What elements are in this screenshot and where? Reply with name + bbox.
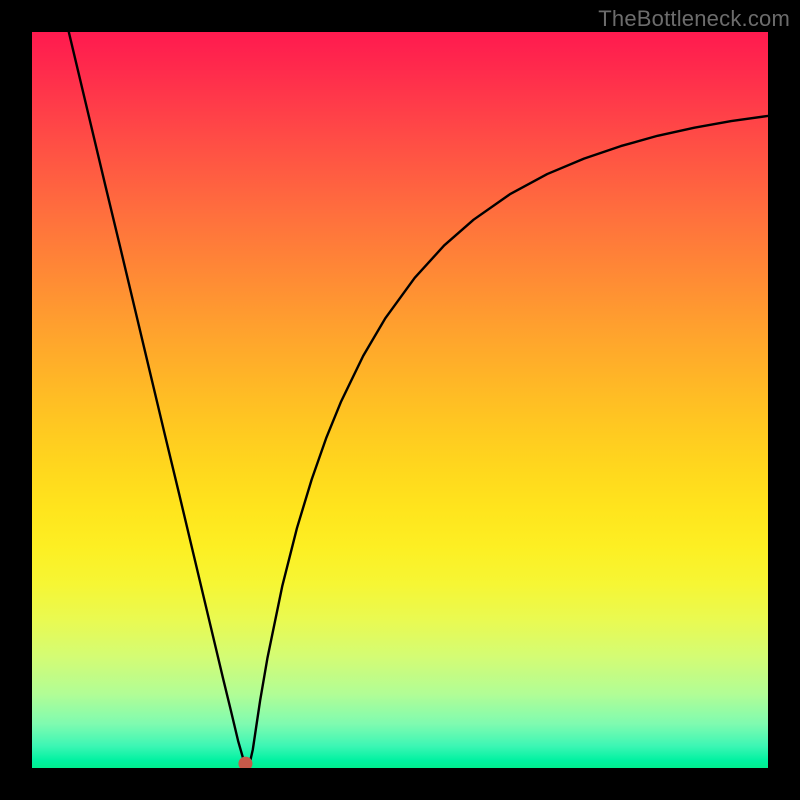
plot-area <box>32 32 768 768</box>
watermark-text: TheBottleneck.com <box>598 6 790 32</box>
bottleneck-curve-svg <box>32 32 768 768</box>
chart-frame: TheBottleneck.com <box>0 0 800 800</box>
bottleneck-curve-path <box>69 32 768 766</box>
